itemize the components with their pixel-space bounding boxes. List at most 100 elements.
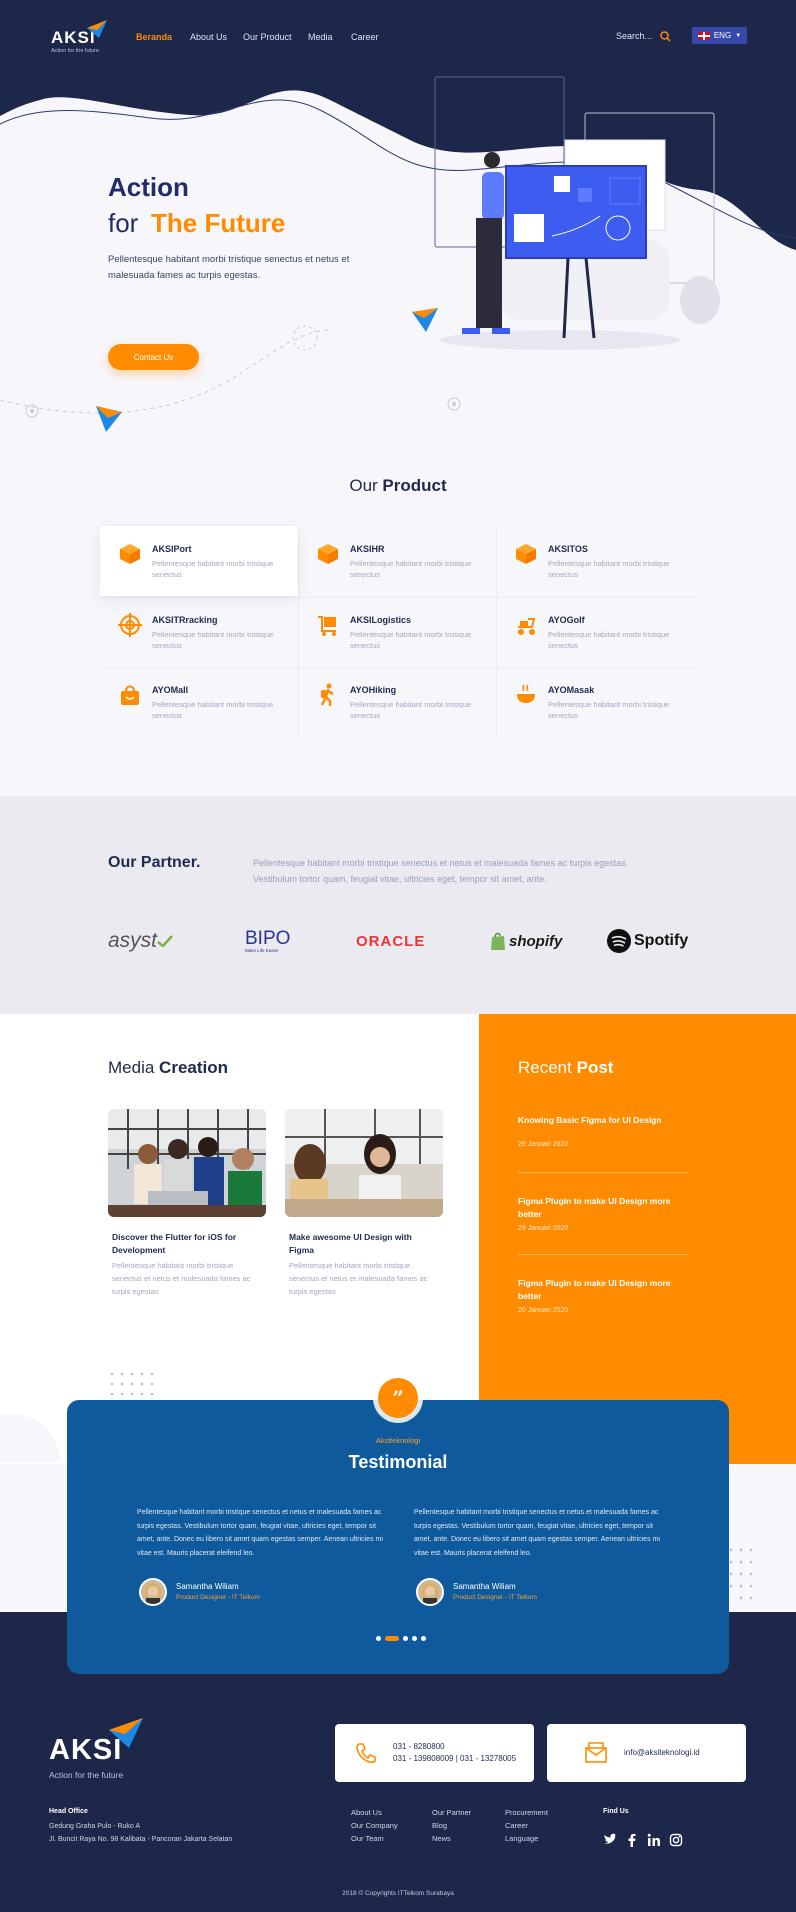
- footer-link-procurement[interactable]: Procurement: [505, 1808, 548, 1817]
- partner-logo-oracle[interactable]: ORACLE: [356, 926, 425, 956]
- product-name: AKSIHR: [350, 544, 385, 554]
- nav-item-media[interactable]: Media: [308, 32, 333, 42]
- chevron-down-icon: ▼: [735, 32, 742, 39]
- find-us-heading: Find Us: [603, 1808, 629, 1815]
- product-desc: Pellentesque habitant morbi tristique se…: [548, 630, 670, 650]
- search-icon[interactable]: [660, 31, 671, 42]
- product-desc: Pellentesque habitant morbi tristique se…: [152, 700, 274, 720]
- logo-plane-icon: [109, 1718, 143, 1748]
- pagination-dot[interactable]: [412, 1636, 417, 1641]
- product-card-ayohiking[interactable]: AYOHiking Pellentesque habitant morbi tr…: [298, 667, 496, 737]
- hero-title-prefix: for: [108, 208, 139, 238]
- testimonial-name: Samantha Wiliam: [176, 1582, 239, 1591]
- office-address-line1: Gedung Graha Pulo - Ruko A: [49, 1823, 141, 1830]
- product-desc: Pellentesque habitant morbi tristique se…: [152, 559, 274, 579]
- product-desc: Pellentesque habitant morbi tristique se…: [152, 630, 274, 650]
- footer-link-our-team[interactable]: Our Team: [351, 1834, 384, 1843]
- email-contact-card[interactable]: info@aksiteknologi.id: [547, 1724, 746, 1782]
- media-card-desc: Pellentesque habitant morbi tristique se…: [112, 1261, 251, 1296]
- media-card-title[interactable]: Make awesome UI Design with Figma: [289, 1231, 439, 1257]
- partner-logo-shopify[interactable]: shopify: [490, 926, 562, 956]
- pagination-dot[interactable]: [421, 1636, 426, 1641]
- post-title: Knowing Basic Figma for UI Design: [518, 1115, 662, 1125]
- footer-link-our-partner[interactable]: Our Partner: [432, 1808, 471, 1817]
- hero-description: Pellentesque habitant morbi tristique se…: [108, 254, 350, 281]
- language-selector[interactable]: ENG ▼: [692, 27, 747, 44]
- recent-post-item[interactable]: Figma Plugin to make UI Design more bett…: [518, 1195, 688, 1232]
- linkedin-icon[interactable]: [647, 1833, 661, 1847]
- media-card-desc: Pellentesque habitant morbi tristique se…: [289, 1261, 428, 1296]
- product-card-aksitos[interactable]: AKSITOS Pellentesque habitant morbi tris…: [496, 526, 694, 596]
- nav-item-our-product[interactable]: Our Product: [243, 32, 292, 42]
- testimonial-text: Pellentesque habitant morbi tristique se…: [137, 1509, 383, 1557]
- partner-logo-asyst[interactable]: asyst: [108, 926, 173, 956]
- testimonial-role: Product Designer - IT Telkom: [453, 1594, 537, 1601]
- facebook-icon[interactable]: [625, 1833, 639, 1847]
- product-card-ayomasak[interactable]: AYOMasak Pellentesque habitant morbi tri…: [496, 667, 694, 737]
- search-input[interactable]: [616, 31, 658, 41]
- product-card-aksitrracking[interactable]: AKSITRracking Pellentesque habitant morb…: [100, 597, 298, 667]
- post-divider: [518, 1172, 688, 1173]
- brand-logo[interactable]: AKSI Action for the future: [51, 20, 111, 56]
- nav-item-about-us[interactable]: About Us: [190, 32, 227, 42]
- post-divider: [518, 1254, 688, 1255]
- twitter-icon[interactable]: [603, 1833, 617, 1847]
- product-desc: Pellentesque habitant morbi tristique se…: [350, 700, 472, 720]
- footer-logo[interactable]: AKSI Action for the future: [49, 1718, 149, 1780]
- partner-logo-bipo[interactable]: BIPO Make Life Easier: [245, 926, 290, 956]
- partner-logo-spotify[interactable]: Spotify: [607, 926, 688, 956]
- product-card-aksilogistics[interactable]: AKSILogistics Pellentesque habitant morb…: [298, 597, 496, 667]
- testimonial-title: Testimonial: [348, 1452, 448, 1472]
- nav-item-career[interactable]: Career: [351, 32, 379, 42]
- contact-us-button[interactable]: Contact Us: [108, 344, 199, 370]
- bipo-logo-text: BIPO: [245, 927, 291, 949]
- footer-link-blog[interactable]: Blog: [432, 1821, 447, 1830]
- footer-link-our-company[interactable]: Our Company: [351, 1821, 398, 1830]
- hero-section: AKSI Action for the future Beranda About…: [0, 0, 796, 470]
- footer-brand-tagline: Action for the future: [49, 1770, 124, 1780]
- product-name: AYOHiking: [350, 685, 397, 695]
- phone-contact-card[interactable]: 031 - 8280800 031 - 139808009 | 031 - 13…: [335, 1724, 534, 1782]
- quote-icon: ”: [378, 1378, 418, 1418]
- post-title: Figma Plugin to make UI Design more bett…: [518, 1278, 671, 1301]
- footer-link-about-us[interactable]: About Us: [351, 1808, 382, 1817]
- hero-title-line1: Action: [108, 172, 189, 202]
- footer-link-news[interactable]: News: [432, 1834, 451, 1843]
- copyright-text: 2018 © Copyrights ITTelkom Surabaya: [342, 1890, 454, 1897]
- recent-post-section: Recent Post Knowing Basic Figma for UI D…: [479, 1014, 796, 1464]
- shopify-bag-icon: [491, 932, 505, 950]
- pagination-dot[interactable]: [376, 1636, 381, 1641]
- product-card-aksiport[interactable]: AKSIPort Pellentesque habitant morbi tri…: [100, 526, 298, 596]
- product-name: AYOMasak: [548, 685, 595, 695]
- footer-link-language[interactable]: Language: [505, 1834, 538, 1843]
- media-title-bold: Creation: [159, 1058, 229, 1077]
- bipo-logo-sub: Make Life Easier: [245, 947, 279, 953]
- post-date: 29 Januari 2020: [518, 1225, 569, 1232]
- uk-flag-icon: [697, 31, 710, 40]
- recent-post-item[interactable]: Knowing Basic Figma for UI Design 29 Jan…: [518, 1114, 688, 1148]
- spotify-logo-text: Spotify: [634, 932, 689, 949]
- pagination-dot[interactable]: [403, 1636, 408, 1641]
- instagram-icon[interactable]: [669, 1833, 683, 1847]
- partner-description: Pellentesque habitant morbi tristique se…: [253, 858, 629, 884]
- product-card-aksihr[interactable]: AKSIHR Pellentesque habitant morbi trist…: [298, 526, 496, 596]
- footer-link-career[interactable]: Career: [505, 1821, 528, 1830]
- media-title-light: Media: [108, 1058, 155, 1077]
- pagination-dot-active[interactable]: [385, 1636, 399, 1641]
- box-icon: [120, 544, 140, 564]
- testimonial-section: Aksiteknologi Testimonial Pellentesque h…: [67, 1400, 729, 1674]
- media-card-title[interactable]: Discover the Flutter for iOS for Develop…: [112, 1231, 262, 1257]
- partner-section: Our Partner. Pellentesque habitant morbi…: [0, 796, 796, 1014]
- product-desc: Pellentesque habitant morbi tristique se…: [350, 559, 472, 579]
- paper-plane-icon: [412, 308, 438, 332]
- decor-dots: [729, 1548, 753, 1600]
- phone-icon: [356, 1743, 376, 1764]
- post-date: 29 Januari 2020: [518, 1141, 569, 1148]
- nav-item-beranda[interactable]: Beranda: [136, 32, 172, 42]
- product-name: AKSITOS: [548, 544, 588, 554]
- product-card-ayomall[interactable]: AYOMall Pellentesque habitant morbi tris…: [100, 667, 298, 737]
- brand-tagline: Action for the future: [51, 48, 99, 54]
- product-card-ayogolf[interactable]: AYOGolf Pellentesque habitant morbi tris…: [496, 597, 694, 667]
- product-title-light: Our: [349, 476, 378, 495]
- recent-post-item[interactable]: Figma Plugin to make UI Design more bett…: [518, 1277, 688, 1314]
